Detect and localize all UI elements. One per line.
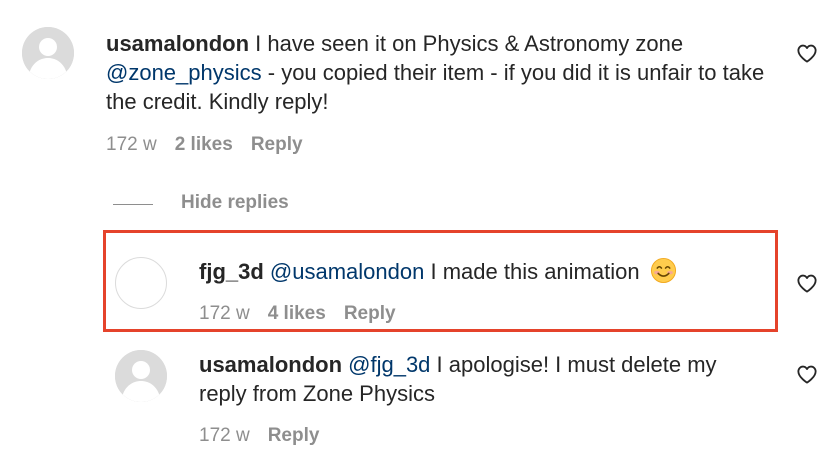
reply-mention[interactable]: @fjg_3d <box>348 352 430 377</box>
heart-outline-icon <box>797 365 817 384</box>
comment-age[interactable]: 172 w <box>106 134 157 155</box>
reply-body: fjg_3d @usamalondon I made this animatio… <box>199 257 779 286</box>
reply-body: usamalondon @fjg_3d I apologise! I must … <box>199 350 769 408</box>
reply-button[interactable]: Reply <box>268 425 320 446</box>
avatar[interactable] <box>115 257 167 309</box>
comment-meta: 172 w 2 likes Reply <box>106 134 321 156</box>
comment-likes[interactable]: 2 likes <box>175 134 233 155</box>
reply-likes[interactable]: 4 likes <box>268 303 326 324</box>
avatar[interactable] <box>115 350 167 402</box>
comment-mention[interactable]: @zone_physics <box>106 60 262 85</box>
heart-outline-icon <box>797 274 817 293</box>
hide-replies-line <box>113 204 153 205</box>
like-button[interactable] <box>796 43 818 63</box>
reply-age[interactable]: 172 w <box>199 303 250 324</box>
reply-meta: 172 w Reply <box>199 425 337 447</box>
default-avatar-icon <box>115 350 167 402</box>
avatar[interactable] <box>22 27 74 79</box>
reply-button[interactable]: Reply <box>251 134 303 155</box>
hide-replies-button[interactable]: Hide replies <box>181 192 289 214</box>
reply-age[interactable]: 172 w <box>199 425 250 446</box>
default-avatar-icon <box>22 27 74 79</box>
heart-outline-icon <box>797 44 817 63</box>
reply-text: I made this animation <box>424 259 646 284</box>
like-button[interactable] <box>796 364 818 384</box>
like-button[interactable] <box>796 273 818 293</box>
reply-mention[interactable]: @usamalondon <box>270 259 424 284</box>
reply-button[interactable]: Reply <box>344 303 396 324</box>
comment-body: usamalondon I have seen it on Physics & … <box>106 29 778 116</box>
reply-meta: 172 w 4 likes Reply <box>199 303 414 325</box>
reply-username[interactable]: usamalondon <box>199 352 342 377</box>
comment-text-before: I have seen it on Physics & Astronomy zo… <box>249 31 684 56</box>
smiling-face-emoji <box>650 257 677 284</box>
comment-username[interactable]: usamalondon <box>106 31 249 56</box>
reply-username[interactable]: fjg_3d <box>199 259 264 284</box>
